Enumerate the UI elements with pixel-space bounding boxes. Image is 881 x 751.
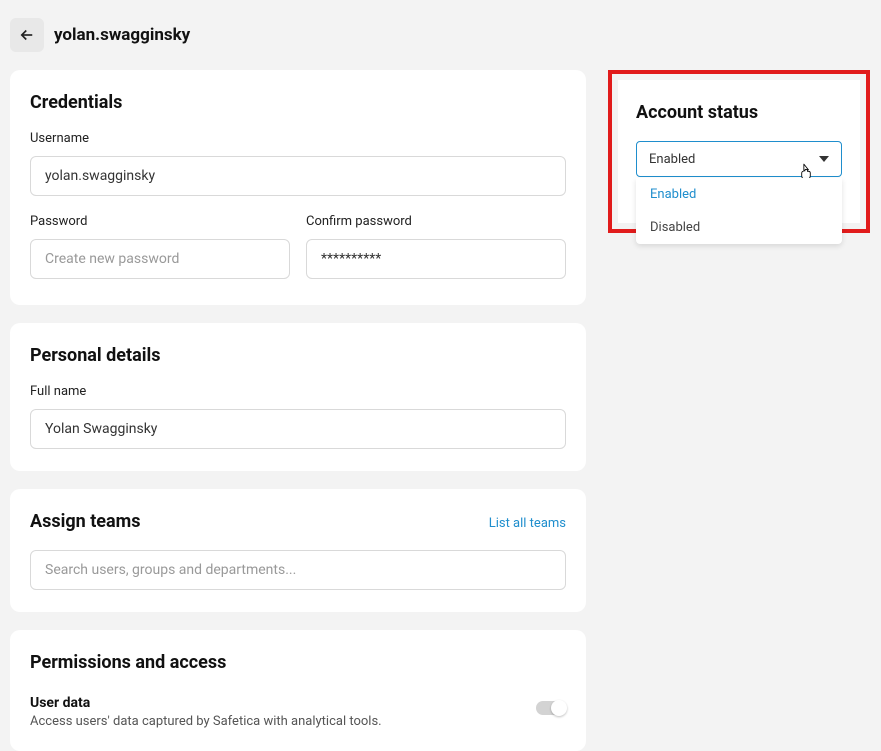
credentials-card: Credentials Username Password Confirm pa… — [10, 70, 586, 305]
assign-teams-title: Assign teams — [30, 511, 140, 532]
account-status-select[interactable]: Enabled — [636, 141, 842, 177]
account-status-dropdown: Enabled Disabled — [636, 178, 842, 244]
fullname-label: Full name — [30, 384, 566, 399]
account-status-card: Account status Enabled Enabled Disabled — [618, 80, 860, 223]
credentials-title: Credentials — [30, 92, 566, 113]
personal-details-card: Personal details Full name — [10, 323, 586, 471]
account-status-title: Account status — [636, 102, 842, 123]
list-all-teams-link[interactable]: List all teams — [489, 516, 566, 531]
username-label: Username — [30, 131, 566, 146]
teams-search-input[interactable] — [30, 550, 566, 590]
username-input[interactable] — [30, 156, 566, 196]
chevron-down-icon — [819, 156, 829, 162]
password-label: Password — [30, 214, 290, 229]
confirm-password-input[interactable] — [306, 239, 566, 279]
userdata-label: User data — [30, 695, 536, 711]
arrow-left-icon — [18, 26, 36, 44]
account-status-selected-value: Enabled — [649, 152, 695, 167]
userdata-description: Access users' data captured by Safetica … — [30, 714, 536, 729]
fullname-input[interactable] — [30, 409, 566, 449]
highlight-annotation: Account status Enabled Enabled Disabled — [608, 70, 870, 233]
back-button[interactable] — [10, 18, 44, 52]
password-input[interactable] — [30, 239, 290, 279]
assign-teams-card: Assign teams List all teams — [10, 489, 586, 612]
userdata-toggle[interactable] — [536, 701, 566, 715]
page-header: yolan.swagginsky — [0, 0, 881, 70]
permissions-card: Permissions and access User data Access … — [10, 630, 586, 751]
confirm-password-label: Confirm password — [306, 214, 566, 229]
toggle-knob — [551, 700, 567, 716]
page-title: yolan.swagginsky — [54, 25, 190, 45]
status-option-disabled[interactable]: Disabled — [636, 211, 842, 244]
permissions-title: Permissions and access — [30, 652, 566, 673]
status-option-enabled[interactable]: Enabled — [636, 178, 842, 211]
personal-details-title: Personal details — [30, 345, 566, 366]
